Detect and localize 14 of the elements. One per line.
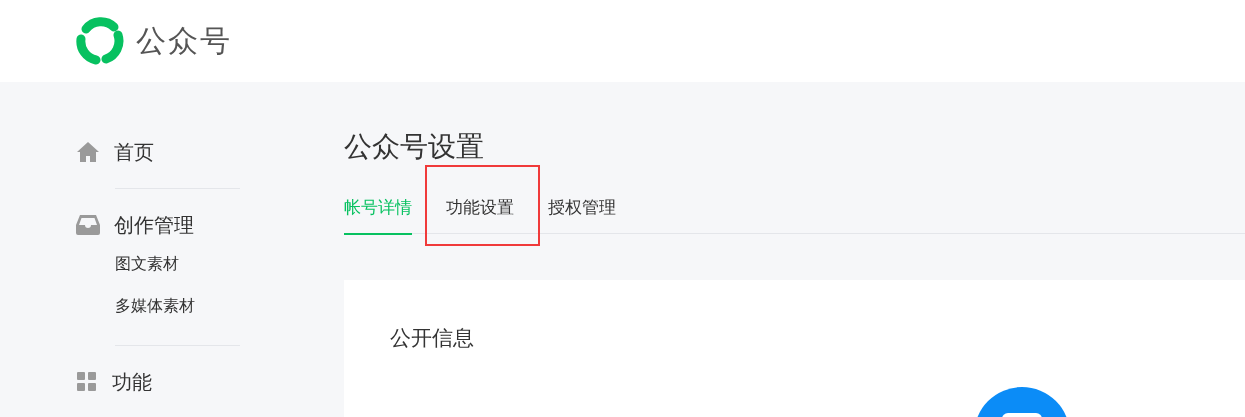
page-title: 公众号设置 [344,129,485,165]
tab[interactable]: 功能设置 [446,188,514,235]
nav-subitem[interactable]: 图文素材 [115,243,344,285]
logo-icon [74,17,124,65]
card-title: 公开信息 [390,326,474,350]
home-icon [76,141,100,163]
brand-title: 公众号 [136,21,232,60]
nav-item[interactable]: 创作管理 [114,211,194,239]
nav-item[interactable]: 首页 [114,138,154,166]
nav-subitem[interactable]: 多媒体素材 [115,285,344,327]
nav-item[interactable]: 功能 [112,368,152,396]
inbox-icon [76,215,100,235]
tab[interactable]: 授权管理 [548,188,616,235]
grid-icon [76,371,98,393]
